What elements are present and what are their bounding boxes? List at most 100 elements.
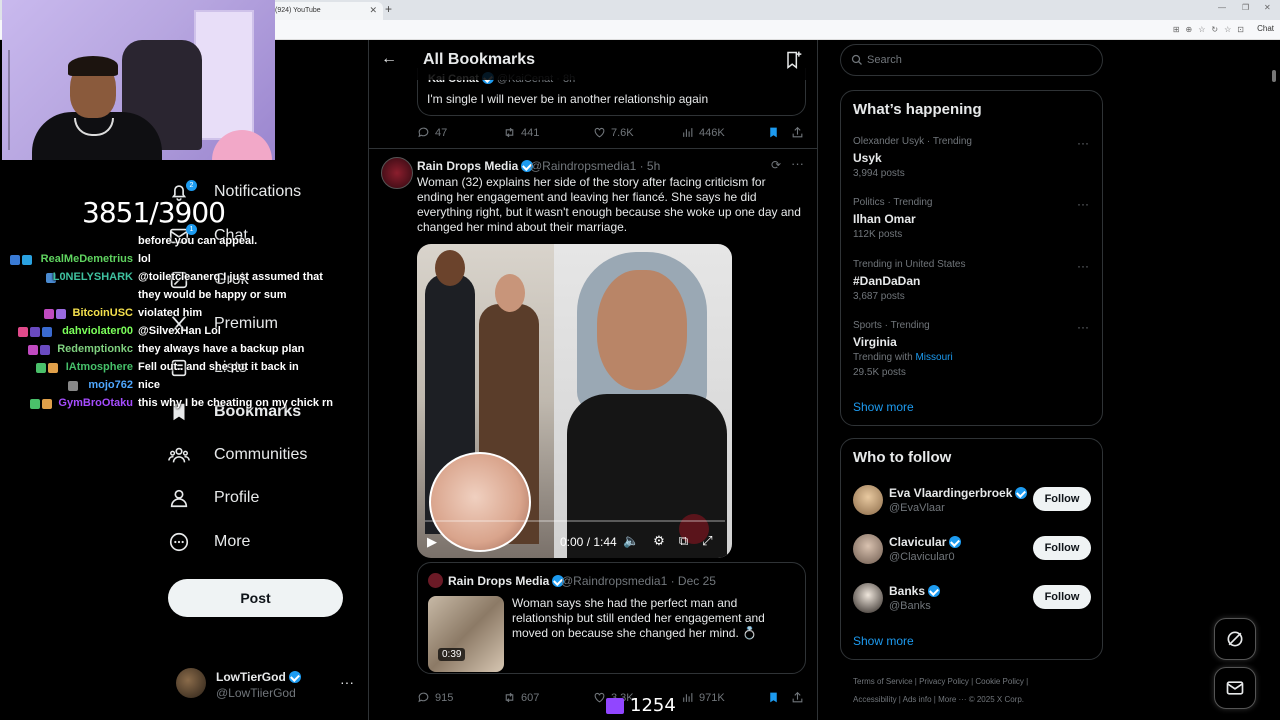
more-options-icon[interactable]: ··· — [1077, 320, 1089, 334]
chat-username: L0NELYSHARK — [52, 271, 133, 283]
chat-badges — [30, 399, 52, 409]
more-options-icon[interactable]: ··· — [1077, 136, 1089, 150]
repost-button[interactable]: 607 — [503, 691, 539, 704]
account-handle: @LowTiierGod — [216, 686, 296, 700]
panel-title: Who to follow — [853, 449, 952, 466]
close-tab-icon[interactable]: ✕ — [369, 5, 377, 16]
bookmark-filled-icon[interactable] — [767, 691, 780, 704]
search-input[interactable] — [867, 51, 1087, 69]
chat-text: lol — [138, 253, 151, 265]
account-switcher[interactable]: LowTierGod @LowTiierGod ··· — [176, 668, 356, 702]
chat-badges — [44, 309, 66, 319]
maximize-icon[interactable]: ❐ — [1242, 3, 1249, 12]
sidebar-item-label: More — [214, 533, 251, 550]
new-tab-icon[interactable]: + — [385, 2, 392, 16]
bookmark-filled-icon[interactable] — [767, 126, 780, 139]
sidebar-item-more[interactable]: More — [168, 522, 358, 562]
webcam-scene — [194, 10, 254, 140]
chat-username: IAtmosphere — [65, 361, 133, 373]
share-icon[interactable] — [791, 126, 804, 139]
footer-links[interactable]: Accessibility | Ads info | More ··· © 20… — [853, 695, 1093, 704]
show-more-link[interactable]: Show more — [853, 634, 914, 648]
follow-suggestion[interactable]: Clavicular @Clavicular0 Follow — [853, 532, 1093, 572]
post-button[interactable]: Post — [168, 579, 343, 617]
browser-toolbar-icons[interactable]: ⊞⊕☆↻☆⊡ — [1173, 25, 1250, 34]
more-options-icon[interactable]: ··· — [1077, 259, 1089, 273]
timeline-header: ← All Bookmarks — [369, 40, 817, 80]
footer-links[interactable]: Terms of Service | Privacy Policy | Cook… — [853, 677, 1093, 686]
follow-button[interactable]: Follow — [1033, 487, 1091, 511]
trend-meta: Sports · Trending — [853, 320, 930, 331]
search-icon — [851, 54, 862, 65]
messages-button[interactable] — [1214, 667, 1256, 709]
page-title: All Bookmarks — [423, 51, 536, 68]
follow-name: Banks — [889, 584, 941, 598]
browser-chat-button[interactable]: Chat — [1257, 24, 1274, 33]
follow-handle: @Clavicular0 — [889, 551, 955, 563]
views-button[interactable]: 971K — [681, 691, 725, 704]
trend-item[interactable]: Olexander Usyk · Trending Usyk 3,994 pos… — [853, 136, 1093, 194]
like-button[interactable]: 7.6K — [593, 126, 634, 139]
views-button[interactable]: 446K — [681, 126, 725, 139]
chat-text: before you can appeal. — [138, 235, 258, 247]
more-options-icon[interactable]: ··· — [791, 156, 804, 171]
heart-icon — [594, 692, 605, 703]
mail-icon — [1226, 681, 1244, 695]
account-name: LowTierGod — [216, 670, 301, 684]
video-player[interactable]: ▶ 0:00 / 1:44 🔈⚙⧉⤢ — [417, 244, 732, 558]
chat-text: they always have a backup plan — [138, 343, 305, 355]
follow-handle: @EvaVlaar — [889, 502, 945, 514]
follow-suggestion[interactable]: Eva Vlaardingerbroek @EvaVlaar Follow — [853, 483, 1093, 523]
trend-related-link[interactable]: Missouri — [915, 352, 952, 363]
avatar[interactable] — [381, 157, 413, 189]
grok-icon — [1227, 631, 1243, 647]
more-options-icon[interactable]: ··· — [1077, 197, 1089, 211]
share-icon[interactable] — [791, 691, 804, 704]
chat-text: nice — [138, 379, 161, 391]
sidebar-item-label: Profile — [214, 489, 260, 506]
back-arrow-icon[interactable]: ← — [381, 50, 397, 68]
repost-button[interactable]: 441 — [503, 126, 539, 139]
reply-button[interactable]: 47 — [417, 126, 447, 139]
trend-item[interactable]: Trending in United States #DanDaDan 3,68… — [853, 259, 1093, 317]
views-icon — [683, 693, 693, 702]
heart-icon — [594, 127, 605, 138]
quoted-text: I'm single I will never be in another re… — [427, 92, 709, 106]
more-options-icon[interactable]: ··· — [340, 674, 354, 690]
chat-username: mojo762 — [88, 379, 133, 391]
follow-button[interactable]: Follow — [1033, 536, 1091, 560]
show-more-link[interactable]: Show more — [853, 400, 914, 414]
chat-message: before you can appeal. — [0, 235, 345, 253]
scrollbar[interactable] — [1272, 70, 1276, 82]
chat-message: they would be happy or sum — [0, 289, 345, 307]
video-progress-bar[interactable] — [425, 520, 725, 522]
minimize-icon[interactable]: — — [1218, 3, 1226, 12]
follow-suggestion[interactable]: Banks @Banks Follow — [853, 581, 1093, 621]
post-author[interactable]: Rain Drops Media — [417, 159, 534, 173]
grok-button[interactable] — [1214, 618, 1256, 660]
grok-explain-icon[interactable]: ⟳ — [771, 158, 781, 172]
video-figure — [495, 274, 525, 312]
trend-name: #DanDaDan — [853, 274, 921, 288]
repost-icon — [505, 127, 514, 138]
who-to-follow-panel: Who to follow Eva Vlaardingerbroek @EvaV… — [840, 438, 1103, 660]
chat-text: violated him — [138, 307, 203, 319]
sidebar-item-profile[interactable]: Profile — [168, 478, 358, 518]
window-close-icon[interactable]: ✕ — [1264, 3, 1271, 12]
bookmarks-timeline: ← All Bookmarks Kai Cenat @KaiCenat · 8h… — [368, 40, 818, 720]
follow-button[interactable]: Follow — [1033, 585, 1091, 609]
sidebar-item-communities[interactable]: Communities — [168, 435, 358, 475]
verified-icon — [928, 585, 941, 597]
trend-item[interactable]: Politics · Trending Ilhan Omar 112K post… — [853, 197, 1093, 255]
quoted-post[interactable]: Rain Drops Media @Raindropsmedia1 · Dec … — [417, 562, 806, 674]
play-icon[interactable]: ▶ — [427, 534, 437, 550]
add-bookmark-folder-icon[interactable] — [783, 50, 803, 70]
browser-tab[interactable]: (924) YouTube ✕ — [265, 2, 383, 20]
reply-button[interactable]: 915 — [417, 691, 453, 704]
post-handle: @Raindropsmedia1 · 5h — [530, 159, 661, 173]
search-box[interactable] — [840, 44, 1103, 76]
chat-text: this why I be cheating on my chick rn — [138, 397, 333, 409]
video-figure — [435, 250, 465, 286]
trend-item[interactable]: Sports · Trending Virginia Trending with… — [853, 320, 1093, 380]
video-controls-icons[interactable]: 🔈⚙⧉⤢ — [623, 533, 727, 549]
